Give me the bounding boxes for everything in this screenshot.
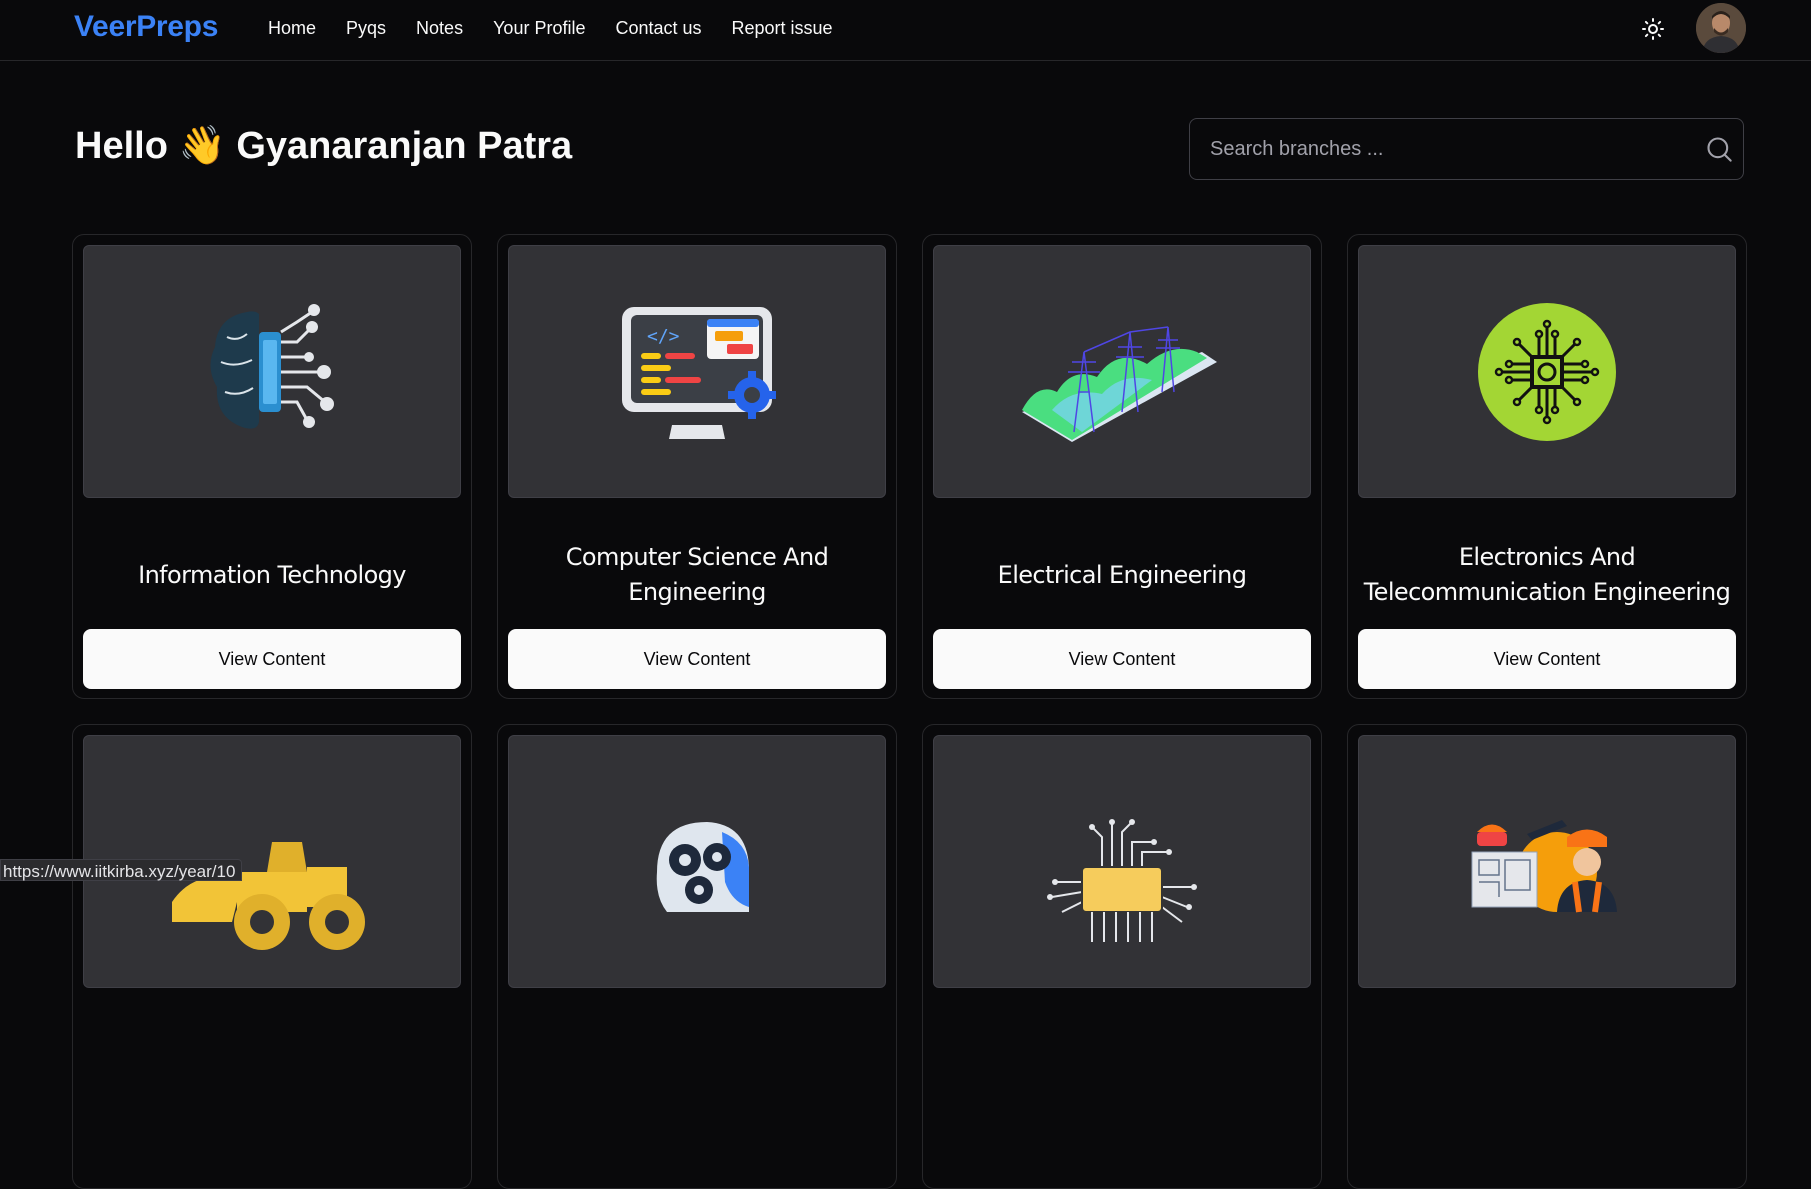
power-tower-icon xyxy=(1022,325,1217,442)
page-greeting: Hello 👋 Gyanaranjan Patra xyxy=(75,125,573,167)
branch-image xyxy=(1358,735,1736,988)
user-avatar[interactable] xyxy=(1696,3,1746,53)
search-icon[interactable] xyxy=(1705,135,1733,163)
branch-image xyxy=(508,735,886,988)
view-content-button[interactable]: View Content xyxy=(83,629,461,689)
nav-link-report-issue[interactable]: Report issue xyxy=(732,18,833,39)
branch-card: </> Computer Science And Engineering Vie… xyxy=(497,234,897,699)
search-box xyxy=(1189,118,1744,180)
nav-link-pyqs[interactable]: Pyqs xyxy=(346,18,386,39)
view-content-button[interactable]: View Content xyxy=(1358,629,1736,689)
branch-title: Electrical Engineering xyxy=(997,560,1247,589)
brand-logo[interactable]: VeerPreps xyxy=(74,10,218,44)
engineer-blueprint-icon xyxy=(1471,819,1617,912)
search-input[interactable] xyxy=(1210,119,1690,179)
brain-circuit-icon xyxy=(210,303,334,429)
svg-text:</>: </> xyxy=(647,326,680,347)
sun-icon xyxy=(1642,18,1664,40)
branch-title: Electronics And Telecommunication Engine… xyxy=(1363,543,1731,606)
nav-link-home[interactable]: Home xyxy=(268,18,316,39)
branch-image xyxy=(1358,245,1736,498)
head-gears-icon xyxy=(656,821,749,912)
branch-title: Information Technology xyxy=(138,560,406,589)
branch-card: Information Technology View Content xyxy=(72,234,472,699)
top-navbar: VeerPreps Home Pyqs Notes Your Profile C… xyxy=(0,0,1811,61)
computer-code-icon: </> xyxy=(622,306,776,439)
nav-link-profile[interactable]: Your Profile xyxy=(493,18,585,39)
nav-link-notes[interactable]: Notes xyxy=(416,18,463,39)
branch-card: Electrical Engineering View Content xyxy=(922,234,1322,699)
view-content-button[interactable]: View Content xyxy=(933,629,1311,689)
branch-card: Electronics And Telecommunication Engine… xyxy=(1347,234,1747,699)
branch-title: Computer Science And Engineering xyxy=(565,543,829,606)
branch-title xyxy=(81,1025,463,1105)
processor-chip-icon xyxy=(1047,818,1197,942)
branch-title xyxy=(506,1025,888,1105)
microchip-circle-icon xyxy=(1478,302,1616,441)
branch-image xyxy=(83,245,461,498)
nav-link-contact[interactable]: Contact us xyxy=(615,18,701,39)
avatar-photo-icon xyxy=(1696,3,1746,53)
view-content-button[interactable]: View Content xyxy=(508,629,886,689)
link-preview-status: https://www.iitkirba.xyz/year/10 xyxy=(0,859,243,881)
branch-card xyxy=(72,724,472,1189)
branch-image: </> xyxy=(508,245,886,498)
branch-grid: Information Technology View Content </> xyxy=(72,234,1747,1189)
theme-toggle-button[interactable] xyxy=(1638,14,1668,44)
branch-card xyxy=(1347,724,1747,1189)
branch-image xyxy=(933,245,1311,498)
branch-card xyxy=(497,724,897,1189)
branch-card xyxy=(922,724,1322,1189)
branch-title xyxy=(1356,1025,1738,1105)
branch-image xyxy=(933,735,1311,988)
branch-title xyxy=(931,1025,1313,1105)
bulldozer-icon xyxy=(172,841,365,950)
nav-links: Home Pyqs Notes Your Profile Contact us … xyxy=(268,18,833,39)
